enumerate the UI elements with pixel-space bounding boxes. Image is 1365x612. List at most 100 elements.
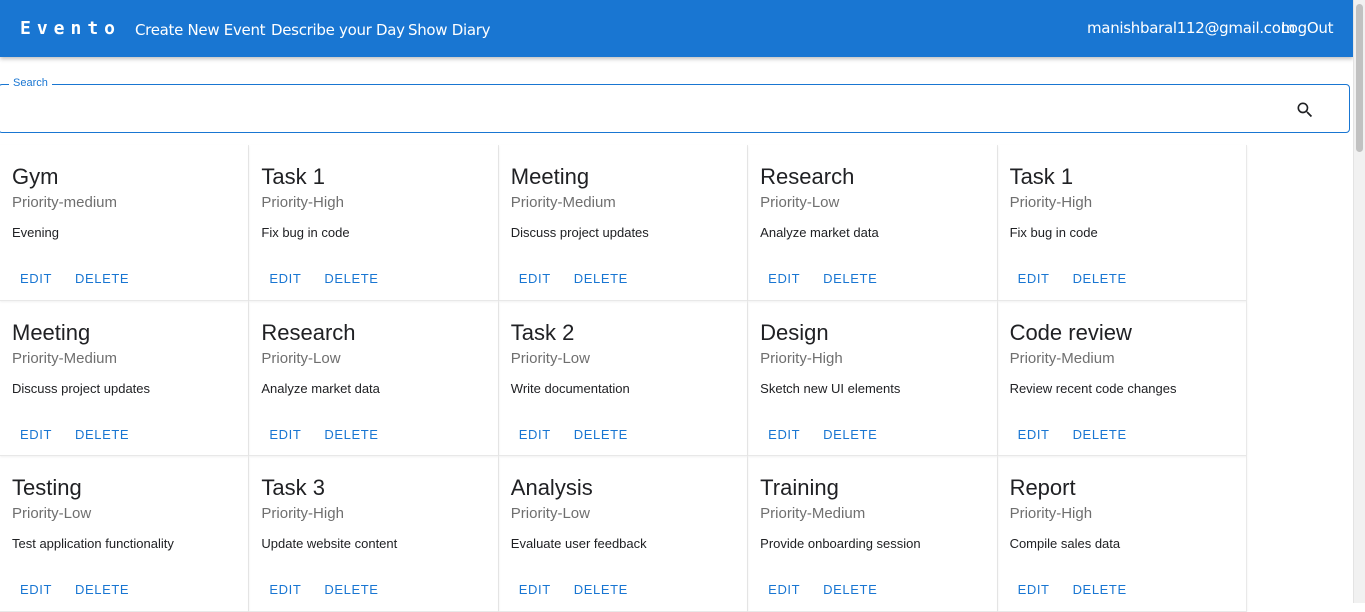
- edit-button[interactable]: EDIT: [519, 582, 551, 598]
- edit-button[interactable]: EDIT: [1018, 427, 1050, 443]
- event-description: Discuss project updates: [510, 225, 649, 240]
- edit-button[interactable]: EDIT: [768, 427, 800, 443]
- delete-button[interactable]: DELETE: [823, 582, 877, 598]
- event-card: Analysis Priority-Low Evaluate user feedba…: [498, 456, 749, 612]
- edit-button[interactable]: EDIT: [519, 427, 551, 443]
- user-email: manishbaral112@gmail.com: [1087, 19, 1295, 37]
- event-title: Task 1: [261, 164, 325, 189]
- event-card: Task 3 Priority-High Update website conten…: [249, 456, 499, 612]
- delete-button[interactable]: DELETE: [574, 582, 628, 598]
- event-description: Evaluate user feedback: [510, 536, 647, 551]
- delete-button[interactable]: DELETE: [1073, 427, 1127, 443]
- event-card: Task 1 Priority-High Fix bug in code EDIT DE…: [249, 145, 499, 301]
- event-card: Research Priority-Low Analyze market data E…: [249, 300, 499, 456]
- event-description: Sketch new UI elements: [760, 380, 901, 396]
- event-title: Analysis: [510, 475, 593, 500]
- delete-button[interactable]: DELETE: [324, 427, 378, 443]
- event-title: Meeting: [510, 164, 590, 189]
- delete-button[interactable]: DELETE: [75, 427, 129, 443]
- event-description: Evening: [12, 225, 59, 240]
- event-priority: Priority-Low: [12, 505, 92, 522]
- event-card: Task 2 Priority-Low Write documentation EDI…: [498, 300, 749, 456]
- delete-button[interactable]: DELETE: [574, 427, 628, 443]
- event-title: Task 3: [261, 475, 325, 500]
- event-description: Update website content: [261, 536, 398, 551]
- search-icon[interactable]: [1295, 100, 1315, 120]
- event-title: Gym: [12, 164, 59, 189]
- event-card: Training Priority-Medium Provide onboardin…: [748, 456, 998, 612]
- event-description: Analyze market data: [261, 380, 380, 396]
- event-priority: Priority-Medium: [760, 505, 866, 522]
- event-title: Research: [261, 319, 356, 345]
- event-card: Gym Priority-medium Evening EDIT DELETE: [0, 145, 250, 301]
- delete-button[interactable]: DELETE: [324, 271, 378, 287]
- event-card: Research Priority-Low Analyze market data E…: [748, 145, 998, 301]
- event-priority: Priority-Medium: [1009, 349, 1115, 367]
- delete-button[interactable]: DELETE: [324, 582, 378, 598]
- edit-button[interactable]: EDIT: [519, 271, 551, 287]
- delete-button[interactable]: DELETE: [1073, 271, 1127, 287]
- edit-button[interactable]: EDIT: [20, 582, 52, 598]
- event-priority: Priority-High: [1009, 194, 1093, 211]
- event-description: Fix bug in code: [1009, 225, 1098, 240]
- brand-logo[interactable]: Evento: [20, 18, 121, 40]
- search-label: Search: [9, 77, 52, 89]
- event-description: Write documentation: [510, 380, 630, 396]
- event-card: Meeting Priority-Medium Discuss project up…: [498, 145, 749, 301]
- event-priority: Priority-High: [760, 349, 843, 367]
- event-priority: Priority-Low: [261, 349, 341, 367]
- edit-button[interactable]: EDIT: [20, 427, 52, 443]
- delete-button[interactable]: DELETE: [1073, 582, 1127, 598]
- edit-button[interactable]: EDIT: [269, 582, 301, 598]
- delete-button[interactable]: DELETE: [75, 582, 129, 598]
- edit-button[interactable]: EDIT: [20, 271, 52, 287]
- event-priority: Priority-Low: [510, 349, 590, 367]
- delete-button[interactable]: DELETE: [823, 427, 877, 443]
- edit-button[interactable]: EDIT: [768, 582, 800, 598]
- event-title: Task 1: [1009, 164, 1074, 189]
- event-priority: Priority-Medium: [510, 194, 616, 211]
- event-description: Analyze market data: [760, 225, 879, 240]
- delete-button[interactable]: DELETE: [823, 271, 877, 287]
- event-title: Meeting: [12, 319, 91, 345]
- scrollbar-thumb[interactable]: [1356, 4, 1363, 152]
- event-title: Testing: [12, 475, 82, 500]
- delete-button[interactable]: DELETE: [75, 271, 129, 287]
- event-card: Design Priority-High Sketch new UI element…: [748, 300, 998, 456]
- delete-button[interactable]: DELETE: [574, 271, 628, 287]
- event-description: Discuss project updates: [12, 380, 151, 396]
- nav-link-create-new-event[interactable]: Create New Event: [135, 21, 266, 39]
- event-card: Report Priority-High Compile sales data EDI…: [997, 456, 1247, 612]
- nav-link-show-diary[interactable]: Show Diary: [408, 21, 491, 39]
- edit-button[interactable]: EDIT: [1018, 582, 1050, 598]
- event-title: Research: [760, 164, 855, 189]
- nav-link-describe-your-day[interactable]: Describe your Day: [271, 21, 405, 39]
- app-bar: Evento Create New Event Describe your Da…: [0, 0, 1353, 57]
- edit-button[interactable]: EDIT: [768, 271, 800, 287]
- logout-button[interactable]: LogOut: [1281, 19, 1333, 37]
- event-description: Compile sales data: [1009, 536, 1121, 551]
- vertical-scrollbar[interactable]: [1353, 0, 1365, 603]
- event-priority: Priority-Low: [510, 505, 590, 522]
- event-card: Meeting Priority-Medium Discuss project up…: [0, 300, 250, 456]
- search-input[interactable]: [10, 90, 1284, 130]
- event-description: Fix bug in code: [261, 225, 350, 240]
- event-description: Provide onboarding session: [760, 536, 921, 551]
- event-card: Code review Priority-Medium Review recent …: [997, 300, 1247, 456]
- edit-button[interactable]: EDIT: [269, 271, 301, 287]
- edit-button[interactable]: EDIT: [269, 427, 301, 443]
- event-priority: Priority-High: [1009, 505, 1093, 522]
- event-card: Task 1 Priority-High Fix bug in code EDIT DE…: [997, 145, 1247, 301]
- edit-button[interactable]: EDIT: [1018, 271, 1050, 287]
- event-priority: Priority-High: [261, 505, 344, 522]
- event-title: Report: [1009, 475, 1076, 500]
- event-priority: Priority-Medium: [12, 349, 118, 367]
- event-card: Testing Priority-Low Test application func…: [0, 456, 250, 612]
- event-description: Review recent code changes: [1009, 380, 1177, 396]
- event-title: Code review: [1009, 319, 1132, 345]
- event-title: Training: [760, 475, 839, 500]
- event-priority: Priority-High: [261, 194, 344, 211]
- event-priority: Priority-medium: [12, 194, 118, 211]
- event-title: Design: [760, 319, 829, 345]
- event-description: Test application functionality: [12, 536, 174, 551]
